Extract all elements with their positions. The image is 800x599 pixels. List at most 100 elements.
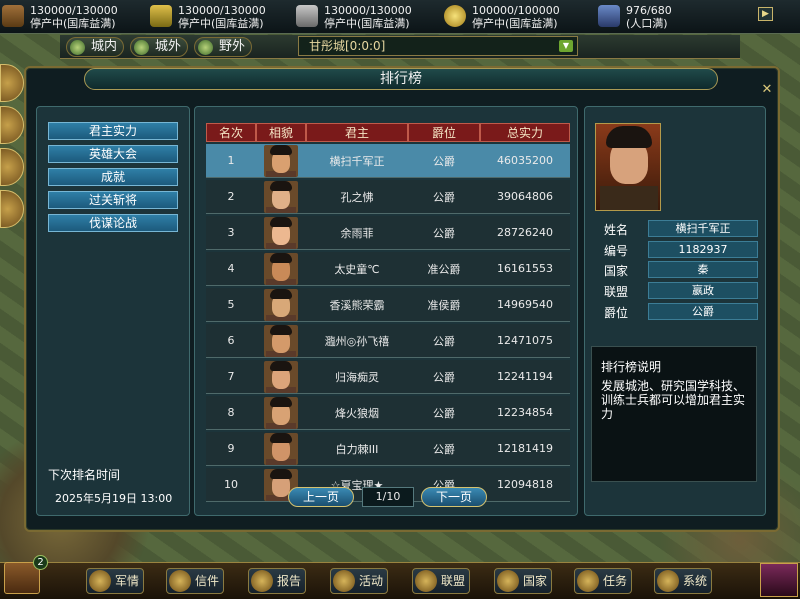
alliance-icon <box>415 570 437 592</box>
population-icon <box>598 5 620 27</box>
event-button[interactable]: 活动 <box>330 568 389 594</box>
report-button[interactable]: 报告 <box>248 568 307 594</box>
military-button[interactable]: 军情 <box>86 568 145 594</box>
chevron-down-icon[interactable]: ▼ <box>559 40 573 52</box>
button-label: 报告 <box>277 574 302 588</box>
field-value-name: 横扫千军正 <box>648 220 758 237</box>
col-portrait: 相貌 <box>256 123 306 142</box>
lord-name-cell: 白力棘III <box>306 432 408 466</box>
resource-grain: 130000/130000 停产中(国库益满) <box>150 2 290 32</box>
button-label: 系统 <box>683 574 708 588</box>
rank-cell: 5 <box>206 288 256 322</box>
view-nav: 城内 城外 野外 甘彤城[0:0:0] ▼ <box>60 35 740 59</box>
menu-pass-levels[interactable]: 过关斩将 <box>48 191 178 209</box>
nation-button[interactable]: 国家 <box>494 568 553 594</box>
portrait-thumbnail <box>264 288 298 321</box>
rank-cell: 4 <box>206 252 256 286</box>
rank-cell: 10 <box>206 468 256 502</box>
table-row[interactable]: 1 横扫千军正 公爵 46035200 <box>206 144 570 178</box>
menu-hero-contest[interactable]: 英雄大会 <box>48 145 178 163</box>
panel-title: 排行榜 <box>84 68 718 90</box>
title-cell: 公爵 <box>408 396 480 430</box>
next-rank-label: 下次排名时间 <box>48 468 121 482</box>
resource-iron: 130000/130000 停产中(国库益满) <box>296 2 436 32</box>
table-row[interactable]: 4 太史童℃ 准公爵 16161553 <box>206 252 570 286</box>
coin-icon <box>444 5 466 27</box>
menu-strategy-battle[interactable]: 伐谋论战 <box>48 214 178 232</box>
field-value-nation: 秦 <box>648 261 758 278</box>
table-row[interactable]: 9 白力棘III 公爵 12181419 <box>206 432 570 466</box>
portrait-thumbnail <box>264 396 298 429</box>
rank-cell: 7 <box>206 360 256 394</box>
tab-label: 野外 <box>219 39 246 54</box>
portrait-thumbnail <box>264 216 298 249</box>
field-value-alliance: 嬴政 <box>648 282 758 299</box>
quest-icon <box>577 570 599 592</box>
menu-lord-power[interactable]: 君主实力 <box>48 122 178 140</box>
table-row[interactable]: 7 归海痴灵 公爵 12241194 <box>206 360 570 394</box>
power-cell: 12471075 <box>480 324 570 358</box>
rank-cell: 9 <box>206 432 256 466</box>
resource-value: 130000/130000 <box>30 4 118 17</box>
resource-value: 130000/130000 <box>178 4 266 17</box>
button-label: 任务 <box>603 574 628 588</box>
title-cell: 准侯爵 <box>408 288 480 322</box>
rank-cell: 8 <box>206 396 256 430</box>
avatar[interactable] <box>760 563 798 597</box>
prev-page-button[interactable]: 上一页 <box>288 487 354 507</box>
side-button[interactable] <box>0 64 24 102</box>
city-selector[interactable]: 甘彤城[0:0:0] ▼ <box>298 36 578 56</box>
quest-button[interactable]: 任务 <box>574 568 633 594</box>
side-button[interactable] <box>0 148 24 186</box>
nation-icon <box>497 570 519 592</box>
resource-status: 停产中(国库益满) <box>178 17 264 30</box>
grain-icon <box>150 5 172 27</box>
field-icon <box>134 40 149 55</box>
field-label-id: 编号 <box>604 244 629 258</box>
page-indicator: 1/10 <box>362 487 414 507</box>
tab-inner-city[interactable]: 城内 <box>66 37 125 57</box>
table-row[interactable]: 5 香溪熊荣霸 准侯爵 14969540 <box>206 288 570 322</box>
field-label-nation: 国家 <box>604 264 629 278</box>
lord-portrait <box>595 123 661 211</box>
next-page-button[interactable]: 下一页 <box>421 487 487 507</box>
col-rank: 名次 <box>206 123 256 142</box>
table-row[interactable]: 8 烽火狼烟 公爵 12234854 <box>206 396 570 430</box>
resource-status: 停产中(国库益满) <box>472 17 558 30</box>
lord-name-cell: 瀶州◎孙飞禧 <box>306 324 408 358</box>
side-button[interactable] <box>0 106 24 144</box>
iron-icon <box>296 5 318 27</box>
resource-status: (人口满) <box>626 17 668 30</box>
table-header-row: 名次 相貌 君主 爵位 总实力 <box>206 123 570 142</box>
close-icon[interactable]: ✕ <box>760 83 774 97</box>
portrait-thumbnail <box>264 252 298 285</box>
button-label: 信件 <box>195 574 220 588</box>
tab-outer-city[interactable]: 城外 <box>130 37 189 57</box>
field-value-id: 1182937 <box>648 241 758 258</box>
system-button[interactable]: 系统 <box>654 568 713 594</box>
mail-button[interactable]: 信件 <box>166 568 225 594</box>
city-icon <box>70 40 85 55</box>
table-row[interactable]: 3 余雨菲 公爵 28726240 <box>206 216 570 250</box>
wood-icon <box>2 5 24 27</box>
tab-wild[interactable]: 野外 <box>194 37 253 57</box>
rank-cell: 3 <box>206 216 256 250</box>
portrait-cell <box>256 252 306 286</box>
resource-bar: 130000/130000 停产中(国库益满) 130000/130000 停产中(… <box>0 0 800 34</box>
lord-name-cell: 归海痴灵 <box>306 360 408 394</box>
side-button[interactable] <box>0 190 24 228</box>
alliance-button[interactable]: 联盟 <box>412 568 471 594</box>
description-title: 排行榜说明 <box>601 360 662 374</box>
portrait-thumbnail <box>264 432 298 465</box>
wild-icon <box>198 40 213 55</box>
portrait-cell <box>256 324 306 358</box>
table-row[interactable]: 6 瀶州◎孙飞禧 公爵 12471075 <box>206 324 570 358</box>
button-label: 联盟 <box>441 574 466 588</box>
exit-icon[interactable]: ▶ <box>758 7 773 21</box>
lord-name-cell: 香溪熊荣霸 <box>306 288 408 322</box>
resource-value: 976/680 <box>626 4 672 17</box>
menu-achievement[interactable]: 成就 <box>48 168 178 186</box>
table-row[interactable]: 2 孔之怫 公爵 39064806 <box>206 180 570 214</box>
col-power: 总实力 <box>480 123 570 142</box>
rank-cell: 6 <box>206 324 256 358</box>
